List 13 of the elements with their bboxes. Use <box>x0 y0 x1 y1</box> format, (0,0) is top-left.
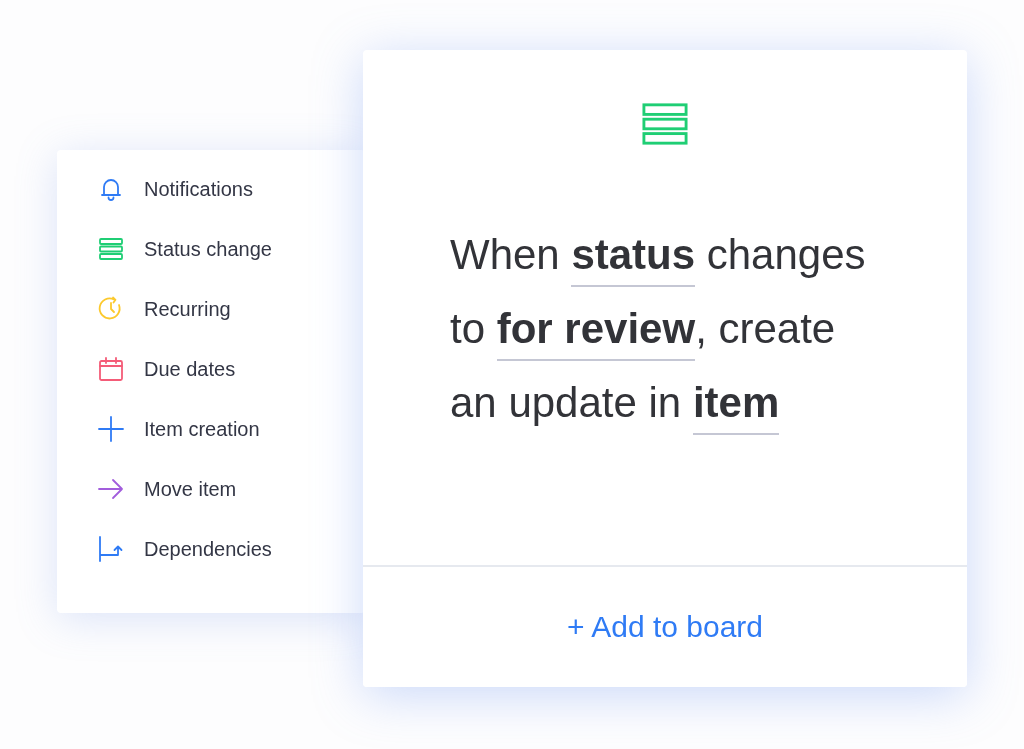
trigger-item[interactable]: Notifications <box>97 174 365 204</box>
trigger-item[interactable]: Dependencies <box>97 534 365 564</box>
trigger-item[interactable]: Due dates <box>97 354 365 384</box>
add-to-board-button[interactable]: + Add to board <box>363 567 967 687</box>
recipe-field[interactable]: for review <box>496 299 696 361</box>
stack-icon <box>642 100 688 148</box>
recipe-field[interactable]: status <box>571 225 696 287</box>
recipe-field[interactable]: item <box>692 373 780 435</box>
trigger-item[interactable]: Move item <box>97 474 365 504</box>
trigger-item[interactable]: Item creation <box>97 414 365 444</box>
trigger-item[interactable]: Status change <box>97 234 365 264</box>
recipe-sentence: When status changes to for review, create an update in item <box>440 218 890 440</box>
trigger-item[interactable]: Recurring <box>97 294 365 324</box>
